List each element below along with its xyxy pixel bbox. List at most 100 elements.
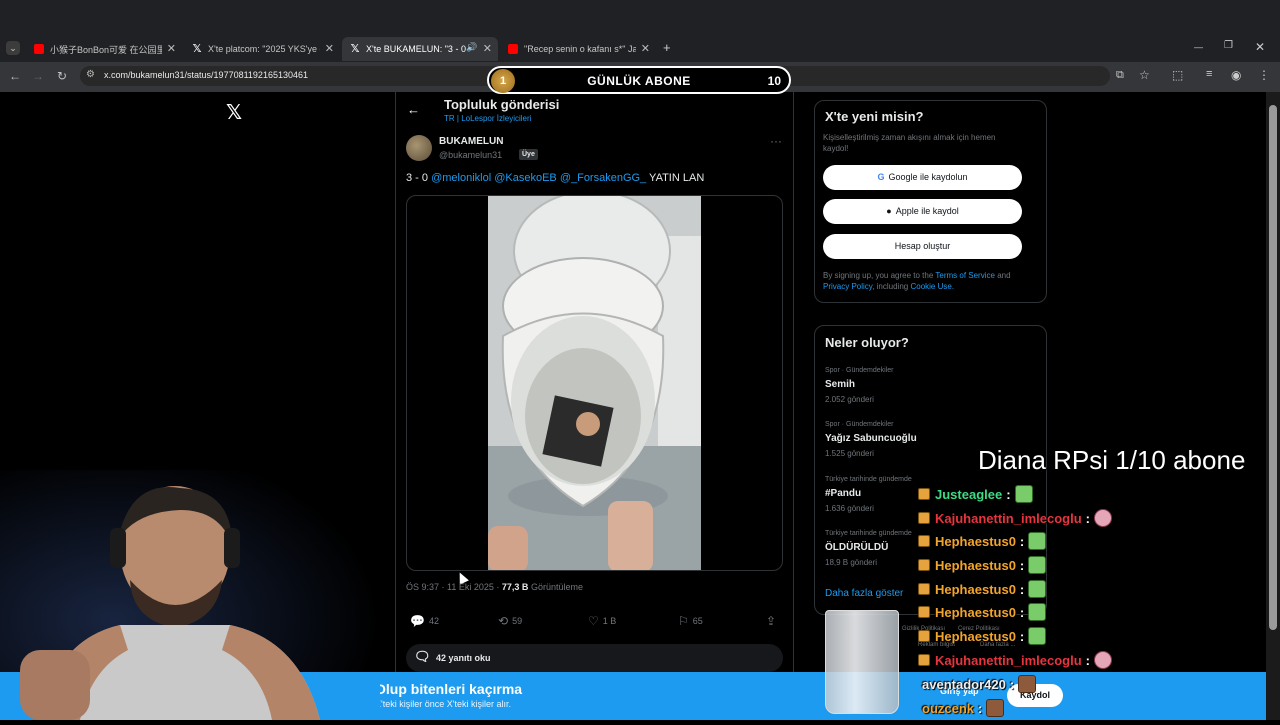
post-photo[interactable] xyxy=(488,196,701,570)
mention-link[interactable]: @_ForsakenGG_ xyxy=(560,172,646,184)
chat-colon: : xyxy=(1085,652,1090,668)
emote-icon xyxy=(1018,675,1037,693)
like-button[interactable]: ♡ 1 B xyxy=(588,614,616,628)
bookmark-button[interactable]: ⚐ 65 xyxy=(678,614,703,628)
trend-count: 18,9 B gönderi xyxy=(825,558,878,567)
chat-username: Kajuhanettin_imlecoglu xyxy=(935,652,1082,668)
back-arrow-icon[interactable]: ← xyxy=(407,102,420,117)
minimize-icon[interactable]: — xyxy=(1194,42,1203,52)
trend-item[interactable]: Semih xyxy=(825,379,855,390)
apple-signup-label: Apple ile kaydol xyxy=(895,206,959,216)
install-app-icon[interactable]: ⧉ xyxy=(1116,69,1124,82)
terms-link[interactable]: Terms of Service xyxy=(935,271,995,280)
forward-arrow-icon[interactable]: → xyxy=(30,69,46,83)
cookie-link[interactable]: Cookie Use. xyxy=(910,282,954,291)
show-more-link[interactable]: Daha fazla göster xyxy=(825,588,903,599)
apple-signup-button[interactable]: ● Apple ile kaydol xyxy=(823,199,1022,224)
author-handle[interactable]: @bukamelun31 xyxy=(439,150,502,160)
tab-close-icon[interactable]: ✕ xyxy=(325,42,334,55)
chat-username: Hephaestus0 xyxy=(935,533,1016,549)
create-account-button[interactable]: Hesap oluştur xyxy=(823,234,1022,259)
chat-username: Justeaglee xyxy=(935,486,1003,502)
avatar[interactable] xyxy=(406,135,432,161)
maximize-icon[interactable]: ❐ xyxy=(1224,40,1233,51)
trend-item[interactable]: ÖLDÜRÜLDÜ xyxy=(825,542,888,553)
chat-message: Hephaestus0: xyxy=(918,555,1047,575)
reply-button[interactable]: 💬 42 xyxy=(410,614,439,628)
more-options-icon[interactable]: ··· xyxy=(770,134,782,148)
stream-goal-text: Diana RPsi 1/10 abone xyxy=(978,445,1246,475)
url-text: x.com/bukamelun31/status/197708119216513… xyxy=(104,70,308,80)
toilet-photo-illustration xyxy=(488,196,701,570)
extensions-icon[interactable]: ⬚ xyxy=(1172,68,1183,82)
browser-tab[interactable]: 小猴子BonBon可爱 在公园里玩 ✕ xyxy=(26,37,182,61)
signup-card-subtitle: Kişiselleştirilmiş zaman akışını almak i… xyxy=(823,133,996,153)
subscriber-badge-icon xyxy=(918,654,930,666)
apple-icon: ● xyxy=(886,206,892,216)
tab-close-icon[interactable]: ✕ xyxy=(167,42,176,55)
close-window-icon[interactable]: ✕ xyxy=(1255,40,1265,54)
tab-list-button[interactable]: ⌄ xyxy=(6,41,20,55)
browser-tab-active[interactable]: 𝕏 X'te BUKAMELUN: "3 - 0 @ 🔊 ✕ xyxy=(342,37,498,61)
speech-bubble-icon: 🗨 xyxy=(414,649,431,664)
site-info-icon[interactable]: ⚙ xyxy=(86,69,95,80)
tab-close-icon[interactable]: ✕ xyxy=(641,42,650,55)
chat-message: Hephaestus0: xyxy=(918,602,1047,622)
chat-username: Hephaestus0 xyxy=(935,628,1016,644)
glass-of-water xyxy=(825,610,899,714)
chat-colon: : xyxy=(978,700,983,716)
sub-goal-label: GÜNLÜK ABONE xyxy=(587,74,691,88)
tab-title: X'te platcom: "2025 YKS'ye geç xyxy=(208,44,320,54)
profile-icon[interactable]: ◉ xyxy=(1231,68,1241,82)
back-arrow-icon[interactable]: ← xyxy=(7,69,23,83)
trend-category: Spor · Gündemdekiler xyxy=(825,421,894,428)
create-account-label: Hesap oluştur xyxy=(894,241,951,251)
media-controls-icon[interactable]: ≡ xyxy=(1206,68,1212,80)
tab-title: "Recep senin o kafanı s*" Jahre xyxy=(524,44,636,54)
google-signup-button[interactable]: G Google ile kaydolun xyxy=(823,165,1022,190)
browser-tab[interactable]: 𝕏 X'te platcom: "2025 YKS'ye geç ✕ xyxy=(184,37,340,61)
mention-link[interactable]: @meloniklol xyxy=(431,172,491,184)
scrollbar-thumb[interactable] xyxy=(1269,105,1277,630)
trends-title: Neler oluyor? xyxy=(825,335,909,350)
chat-colon: : xyxy=(1085,510,1090,526)
reply-count: 42 xyxy=(428,616,439,626)
subscriber-badge-icon xyxy=(918,535,930,547)
x-logo-icon[interactable]: 𝕏 xyxy=(226,100,242,125)
chat-username: Hephaestus0 xyxy=(935,557,1016,573)
speaker-icon[interactable]: 🔊 xyxy=(466,42,477,53)
emote-icon xyxy=(1093,509,1112,527)
tab-close-icon[interactable]: ✕ xyxy=(483,42,492,55)
mention-link[interactable]: @KasekoEB xyxy=(494,172,557,184)
emote-icon xyxy=(1028,556,1047,574)
subscriber-badge-icon xyxy=(918,583,930,595)
browser-tab[interactable]: "Recep senin o kafanı s*" Jahre ✕ xyxy=(500,37,656,61)
repost-button[interactable]: ⟲ 59 xyxy=(498,614,522,628)
emote-icon xyxy=(986,699,1005,717)
terms-prefix: By signing up, you agree to the xyxy=(823,271,934,280)
chat-colon: : xyxy=(1019,557,1025,573)
share-button[interactable]: ⇪ xyxy=(766,614,776,628)
privacy-link[interactable]: Privacy Policy xyxy=(823,282,872,291)
browser-menu-icon[interactable]: ⋮ xyxy=(1258,68,1270,82)
tab-title: X'te BUKAMELUN: "3 - 0 @ xyxy=(366,44,466,54)
read-replies-button[interactable]: 🗨 42 yanıtı oku xyxy=(406,644,783,672)
subscriber-badge-icon xyxy=(918,559,930,571)
reload-icon[interactable]: ↻ xyxy=(54,69,70,83)
terms-text: By signing up, you agree to the Terms of… xyxy=(823,270,1033,292)
banner-subtitle: X'teki kişiler önce X'teki kişiler alır. xyxy=(375,699,511,709)
chat-message: Hephaestus0: xyxy=(918,531,1047,551)
post-time[interactable]: ÖS 9:37 · 11 Eki 2025 · xyxy=(406,582,499,592)
trend-item[interactable]: Yağız Sabuncuoğlu xyxy=(825,433,917,444)
bookmark-star-icon[interactable]: ☆ xyxy=(1139,68,1150,82)
chat-message: Hephaestus0: xyxy=(918,579,1047,599)
new-tab-button[interactable]: + xyxy=(663,40,671,55)
chat-username: Kajuhanettin_imlecoglu xyxy=(935,510,1082,526)
x-icon: 𝕏 xyxy=(350,43,360,55)
community-link[interactable]: TR | LoLespor İzleyicileri xyxy=(444,114,531,123)
trend-item[interactable]: #Pandu xyxy=(825,488,861,499)
post-media[interactable] xyxy=(406,195,783,571)
chat-colon: : xyxy=(1019,533,1025,549)
chat-colon: : xyxy=(1006,486,1011,502)
author-name[interactable]: BUKAMELUN xyxy=(439,136,503,147)
